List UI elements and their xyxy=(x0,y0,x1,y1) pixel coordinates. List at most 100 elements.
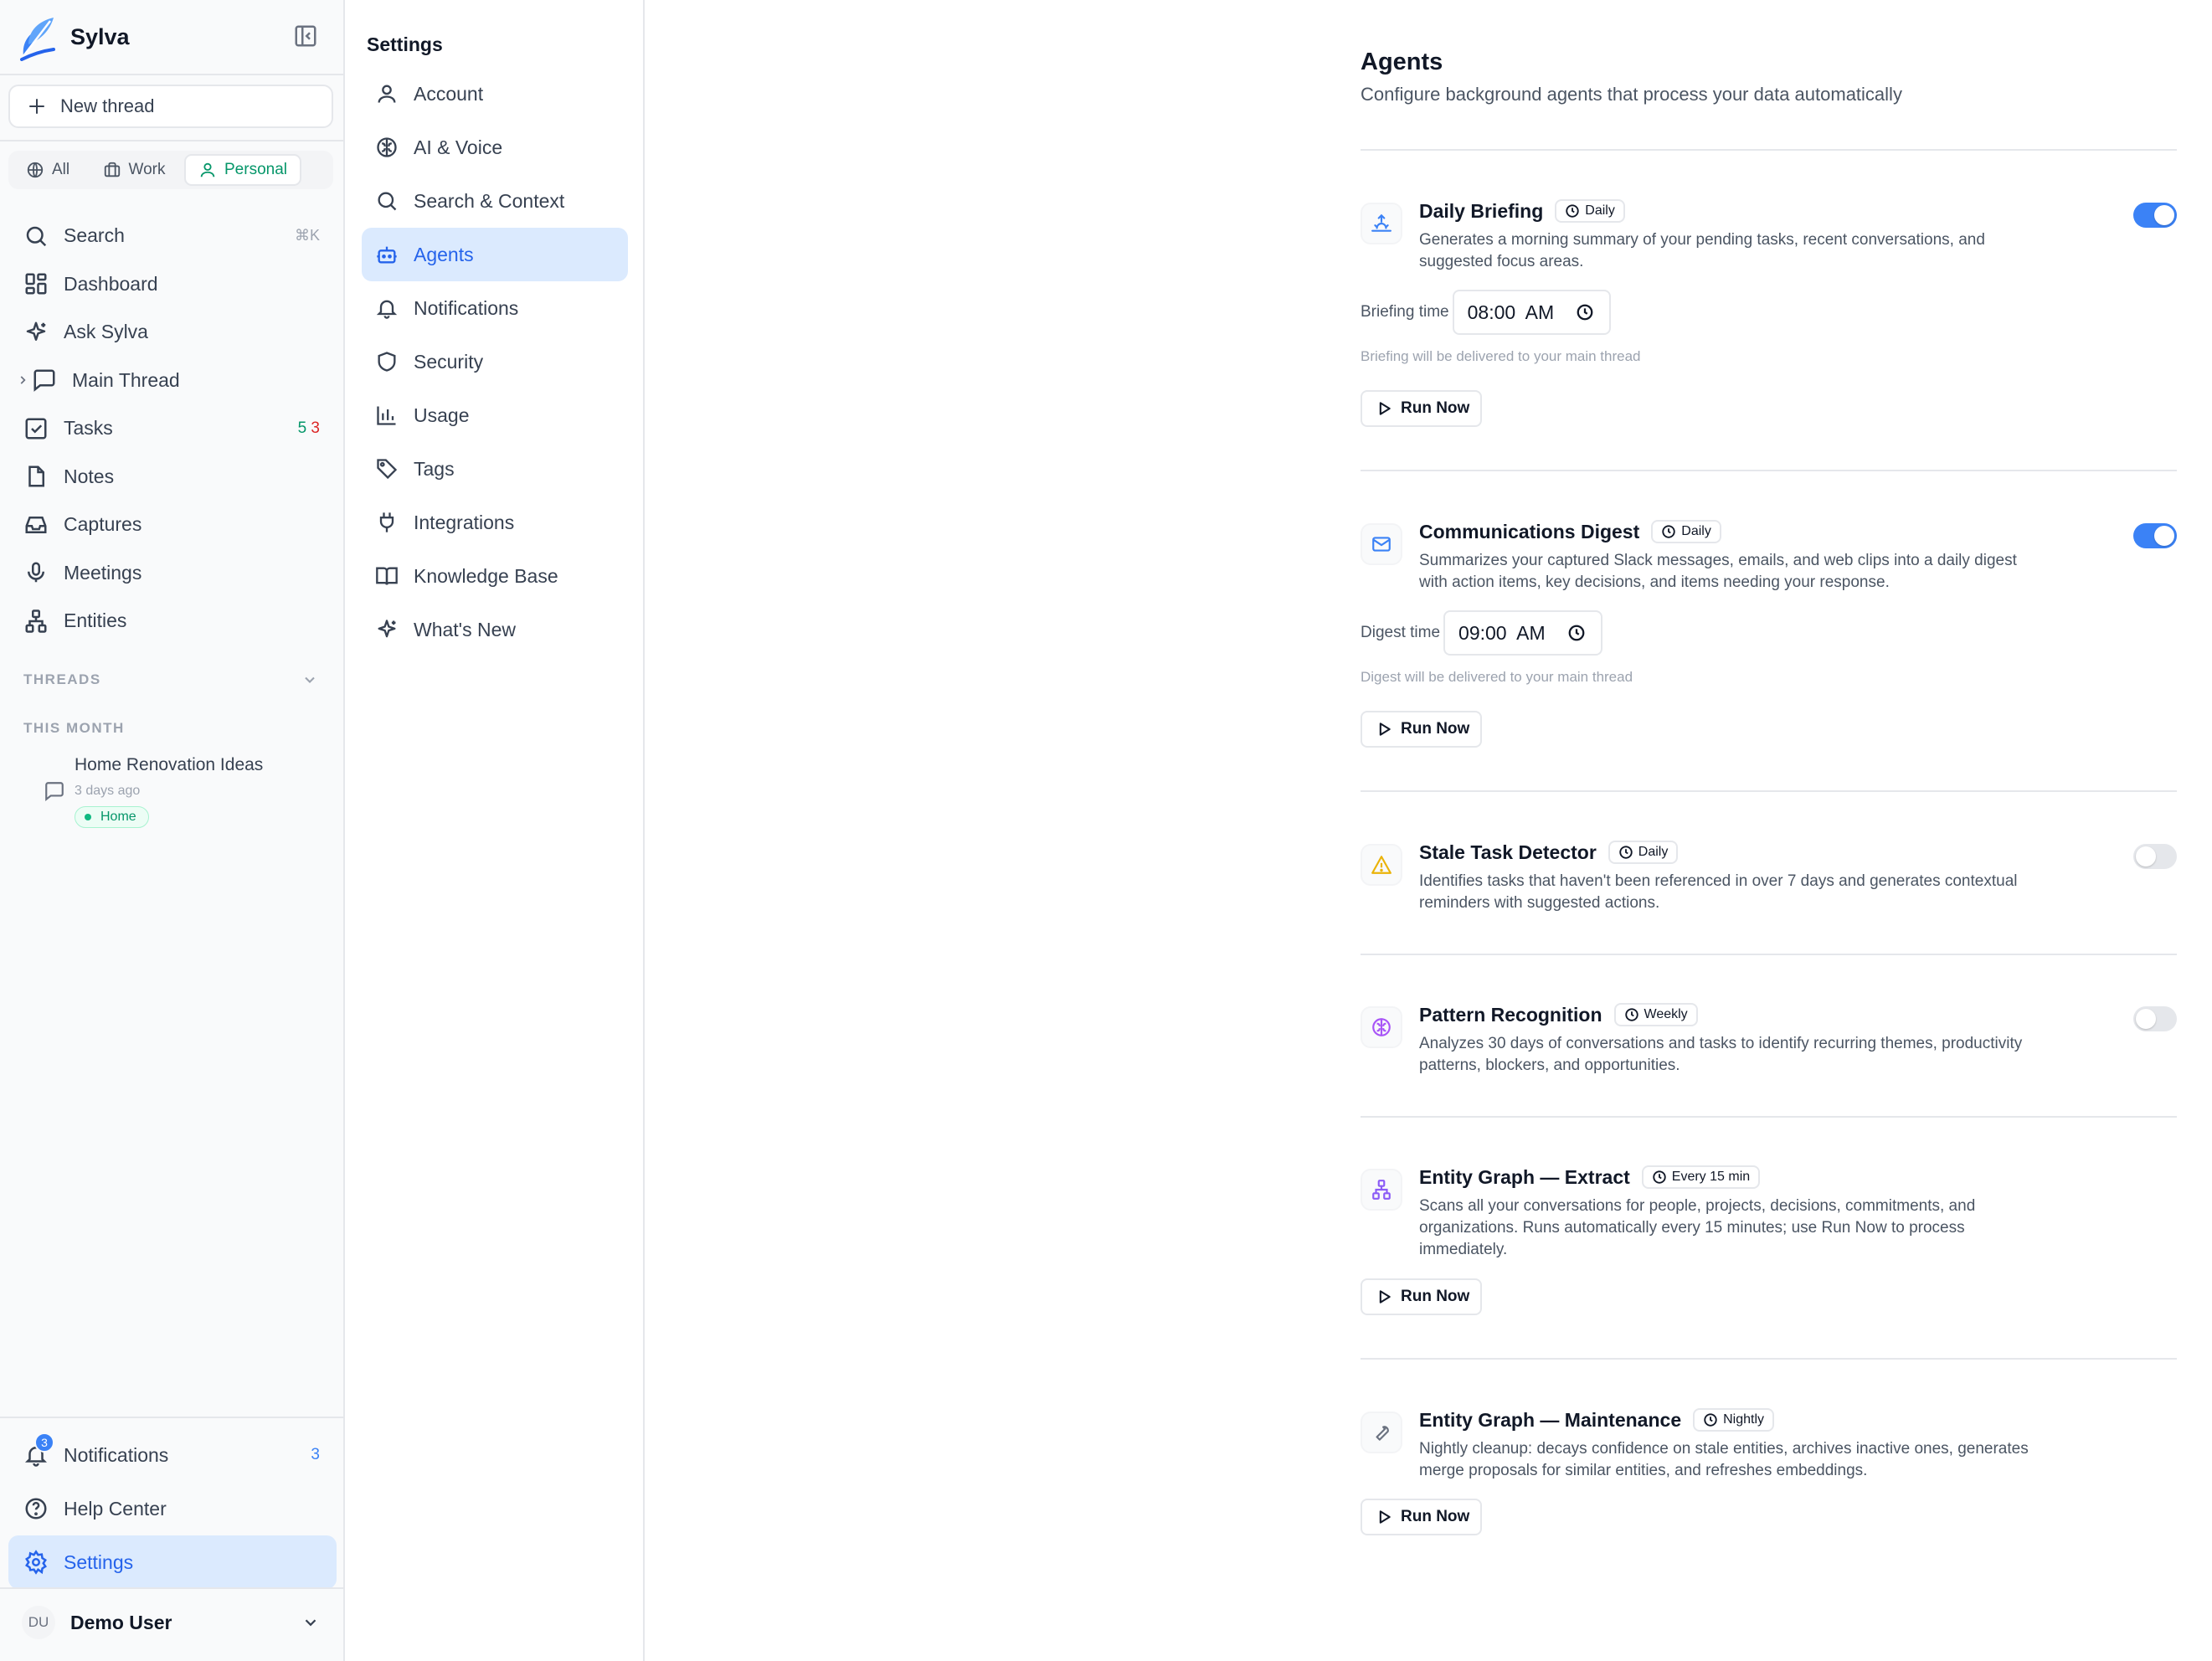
run-now-button[interactable]: Run Now xyxy=(1361,1499,1482,1535)
time-input[interactable]: 08:00 AM xyxy=(1452,290,1612,335)
nav-notes[interactable]: Notes xyxy=(8,453,337,501)
settings-item-tags[interactable]: Tags xyxy=(362,442,628,496)
settings-item-notifications[interactable]: Notifications xyxy=(362,281,628,335)
agent-enabled-toggle[interactable] xyxy=(2133,844,2177,869)
nav-ask-sylva[interactable]: Ask Sylva xyxy=(8,308,337,357)
nav-captures[interactable]: Captures xyxy=(8,501,337,549)
avatar: DU xyxy=(22,1606,55,1639)
nav-main-thread[interactable]: Main Thread xyxy=(8,357,337,405)
settings-item-label: Tags xyxy=(414,457,455,480)
nav-settings[interactable]: Settings xyxy=(8,1535,337,1589)
run-now-button[interactable]: Run Now xyxy=(1361,390,1482,427)
settings-item-ai-voice[interactable]: AI & Voice xyxy=(362,121,628,174)
agent-icon xyxy=(1361,844,1402,886)
settings-item-whats-new[interactable]: What's New xyxy=(362,603,628,656)
settings-item-label: Notifications xyxy=(414,296,519,319)
notifications-count: 3 xyxy=(311,1446,320,1463)
page-subtitle: Configure background agents that process… xyxy=(1361,84,1902,105)
agent-enabled-toggle[interactable] xyxy=(2133,1006,2177,1031)
clock-icon xyxy=(1566,204,1579,218)
divider xyxy=(1361,1358,2177,1360)
scope-all[interactable]: All xyxy=(12,154,84,186)
collapse-sidebar-icon[interactable] xyxy=(293,23,318,49)
scope-work[interactable]: Work xyxy=(87,154,181,186)
chevron-right-icon[interactable] xyxy=(17,374,28,386)
tasks-count-open: 5 xyxy=(297,419,307,437)
tasks-count-overdue: 3 xyxy=(311,419,320,437)
nav-tasks[interactable]: Tasks 5 3 xyxy=(8,404,337,453)
microphone-icon xyxy=(28,562,44,583)
time-input[interactable]: 09:00 AM xyxy=(1443,610,1602,656)
agent-name: Entity Graph — Extract Every 15 min xyxy=(1419,1165,1761,1189)
settings-item-label: Integrations xyxy=(414,511,515,533)
divider xyxy=(1361,790,2177,792)
app-name: Sylva xyxy=(70,23,130,49)
scope-label: Personal xyxy=(224,161,287,178)
settings-item-search-context[interactable]: Search & Context xyxy=(362,174,628,228)
new-thread-label: New thread xyxy=(60,95,155,116)
nav-help-center[interactable]: Help Center xyxy=(8,1482,337,1535)
run-now-button[interactable]: Run Now xyxy=(1361,711,1482,748)
time-value: 08:00 AM xyxy=(1467,301,1555,323)
agent-name: Daily Briefing Daily xyxy=(1419,199,1625,223)
agent-description: Analyzes 30 days of conversations and ta… xyxy=(1419,1035,2023,1074)
agent-description: Nightly cleanup: decays confidence on st… xyxy=(1419,1440,2029,1479)
agent-name: Stale Task Detector Daily xyxy=(1419,841,1679,864)
agent-icon xyxy=(1361,1006,1402,1048)
bottom-nav: 3 Notifications 3 Help Center Settings xyxy=(8,1428,337,1589)
sparkles-icon xyxy=(378,620,396,638)
nav-label: Search xyxy=(64,224,125,247)
nav-meetings[interactable]: Meetings xyxy=(8,549,337,598)
run-now-button[interactable]: Run Now xyxy=(1361,1278,1482,1315)
agent-enabled-toggle[interactable] xyxy=(2133,523,2177,548)
agent-description: Generates a morning summary of your pend… xyxy=(1419,231,1985,270)
nav-search[interactable]: Search ⌘K xyxy=(8,212,337,260)
scope-personal[interactable]: Personal xyxy=(184,154,301,186)
settings-sidebar: Settings Account AI & Voice Search & Con… xyxy=(347,0,645,1661)
nav-dashboard[interactable]: Dashboard xyxy=(8,260,337,309)
agent-description: Identifies tasks that haven't been refer… xyxy=(1419,872,2018,912)
settings-item-label: Account xyxy=(414,82,484,105)
nav-entities[interactable]: Entities xyxy=(8,597,337,645)
inbox-icon xyxy=(25,516,47,533)
plus-icon xyxy=(29,99,44,114)
book-open-icon xyxy=(376,567,398,585)
settings-item-security[interactable]: Security xyxy=(362,335,628,388)
page-title: Agents xyxy=(1361,49,1443,75)
thread-tag[interactable]: Home xyxy=(75,806,149,828)
agent-icon xyxy=(1361,1412,1402,1453)
help-circle-icon xyxy=(25,1498,47,1520)
settings-item-usage[interactable]: Usage xyxy=(362,388,628,442)
gear-icon xyxy=(25,1550,47,1575)
nav-notifications[interactable]: 3 Notifications 3 xyxy=(8,1428,337,1482)
chevron-down-icon[interactable] xyxy=(301,671,318,688)
nav-label: Ask Sylva xyxy=(64,321,148,343)
sparkles-icon xyxy=(26,321,46,341)
agent-title: Stale Task Detector xyxy=(1419,841,1597,863)
thread-item[interactable]: Home Renovation Ideas 3 days ago Home xyxy=(44,752,328,832)
time-field: Briefing time 08:00 AM xyxy=(1361,290,1612,335)
dashboard-icon xyxy=(25,273,47,295)
wrench-icon xyxy=(1376,1426,1389,1441)
agent-enabled-toggle[interactable] xyxy=(2133,203,2177,228)
nav-label: Settings xyxy=(64,1550,134,1573)
frequency-badge: Weekly xyxy=(1613,1003,1698,1026)
settings-item-knowledge-base[interactable]: Knowledge Base xyxy=(362,549,628,603)
nav-label: Captures xyxy=(64,513,142,536)
settings-item-account[interactable]: Account xyxy=(362,67,628,121)
play-icon xyxy=(1379,723,1391,736)
user-menu[interactable]: DU Demo User xyxy=(8,1601,337,1644)
main-nav: Search ⌘K Dashboard Ask Sylva Main Threa… xyxy=(8,212,337,645)
user-name: Demo User xyxy=(70,1611,172,1633)
sunrise-icon xyxy=(1371,213,1392,232)
warning-icon xyxy=(1371,856,1392,874)
sylva-logo xyxy=(20,18,55,61)
brand: Sylva xyxy=(17,12,328,62)
nav-label: Tasks xyxy=(64,417,113,440)
settings-nav-list: Account AI & Voice Search & Context Agen… xyxy=(362,67,628,656)
settings-item-integrations[interactable]: Integrations xyxy=(362,496,628,549)
settings-item-agents[interactable]: Agents xyxy=(362,228,628,281)
task-counts: 5 3 xyxy=(298,419,320,438)
settings-item-label: AI & Voice xyxy=(414,136,503,158)
new-thread-button[interactable]: New thread xyxy=(8,85,333,128)
